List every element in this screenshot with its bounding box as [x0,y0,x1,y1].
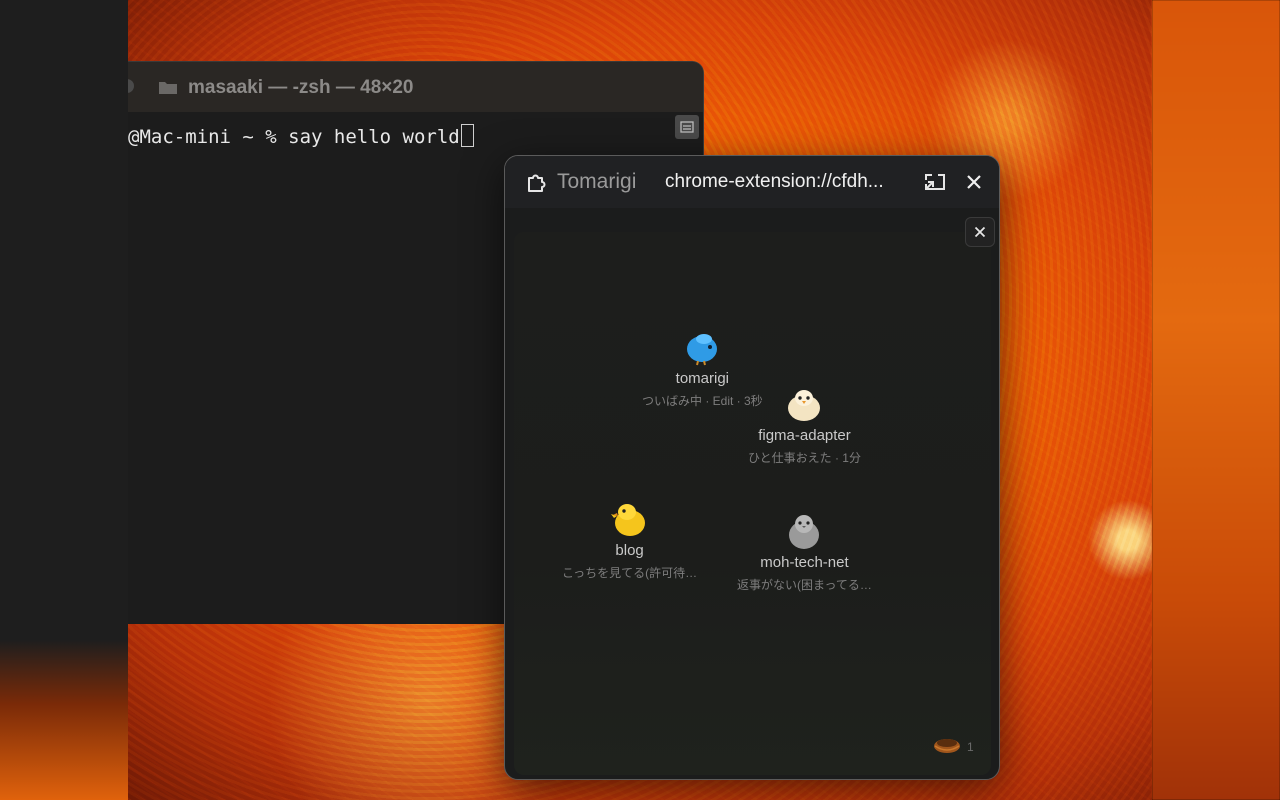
wallpaper-right-edge [1152,0,1280,800]
window-control-button[interactable] [128,79,134,93]
nest-icon[interactable] [933,734,961,754]
list-icon [680,121,694,133]
folder-icon [159,82,177,94]
wallpaper-left-edge [0,0,128,800]
terminal-prompt-line: @Mac-mini ~ % say hello world [128,124,474,148]
bird-blog[interactable]: blog こっちを見てる(許可待… [562,500,697,581]
open-in-tab-button[interactable] [923,170,947,194]
blue-bird-icon [687,334,718,366]
nest-count: 1 [967,740,974,754]
gray-bird-icon [789,515,820,549]
terminal-command-text: @Mac-mini ~ % say hello world [128,126,460,148]
popup-close-button[interactable] [962,170,986,194]
terminal-title: masaaki — -zsh — 48×20 [188,77,414,98]
cream-chick-icon [788,390,821,421]
puzzle-piece-icon [528,174,546,192]
yellow-chick-icon [610,504,645,536]
terminal-scroll-button[interactable] [675,115,699,139]
bird-name: blog [615,542,644,559]
bird-status: こっちを見てる(許可待… [562,566,698,580]
expand-icon [925,174,945,190]
extension-name: Tomarigi [557,170,637,193]
bird-name: moh-tech-net [760,554,849,571]
bird-status: 返事がない(困まってる… [737,578,872,592]
bird-moh-tech-net[interactable]: moh-tech-net 返事がない(困まってる… [737,512,872,593]
bird-name: tomarigi [675,370,730,387]
popup-header: Tomarigi chrome-extension://cfdh... [505,156,999,208]
terminal-cursor [460,124,474,147]
terminal-titlebar[interactable]: masaaki — -zsh — 48×20 [128,62,703,112]
desktop: masaaki — -zsh — 48×20 @Mac-mini ~ % say… [0,0,1280,800]
bird-name: figma-adapter [758,427,851,444]
bird-tomarigi[interactable]: tomarigi ついばみ中 · Edit · 3秒 [642,330,763,409]
close-icon [974,226,986,238]
bird-figma-adapter[interactable]: figma-adapter ひと仕事おえた · 1分 [748,387,861,466]
perch-area: tomarigi ついばみ中 · Edit · 3秒 figma-adapter… [514,232,991,775]
bird-status: ひと仕事おえた · 1分 [748,451,861,465]
extension-popup-window[interactable]: Tomarigi chrome-extension://cfdh... toma… [504,155,1000,780]
perch-area-close-button[interactable] [965,217,995,247]
bird-status: ついばみ中 · Edit · 3秒 [642,394,763,408]
popup-url: chrome-extension://cfdh... [665,171,884,192]
close-icon [967,175,981,189]
